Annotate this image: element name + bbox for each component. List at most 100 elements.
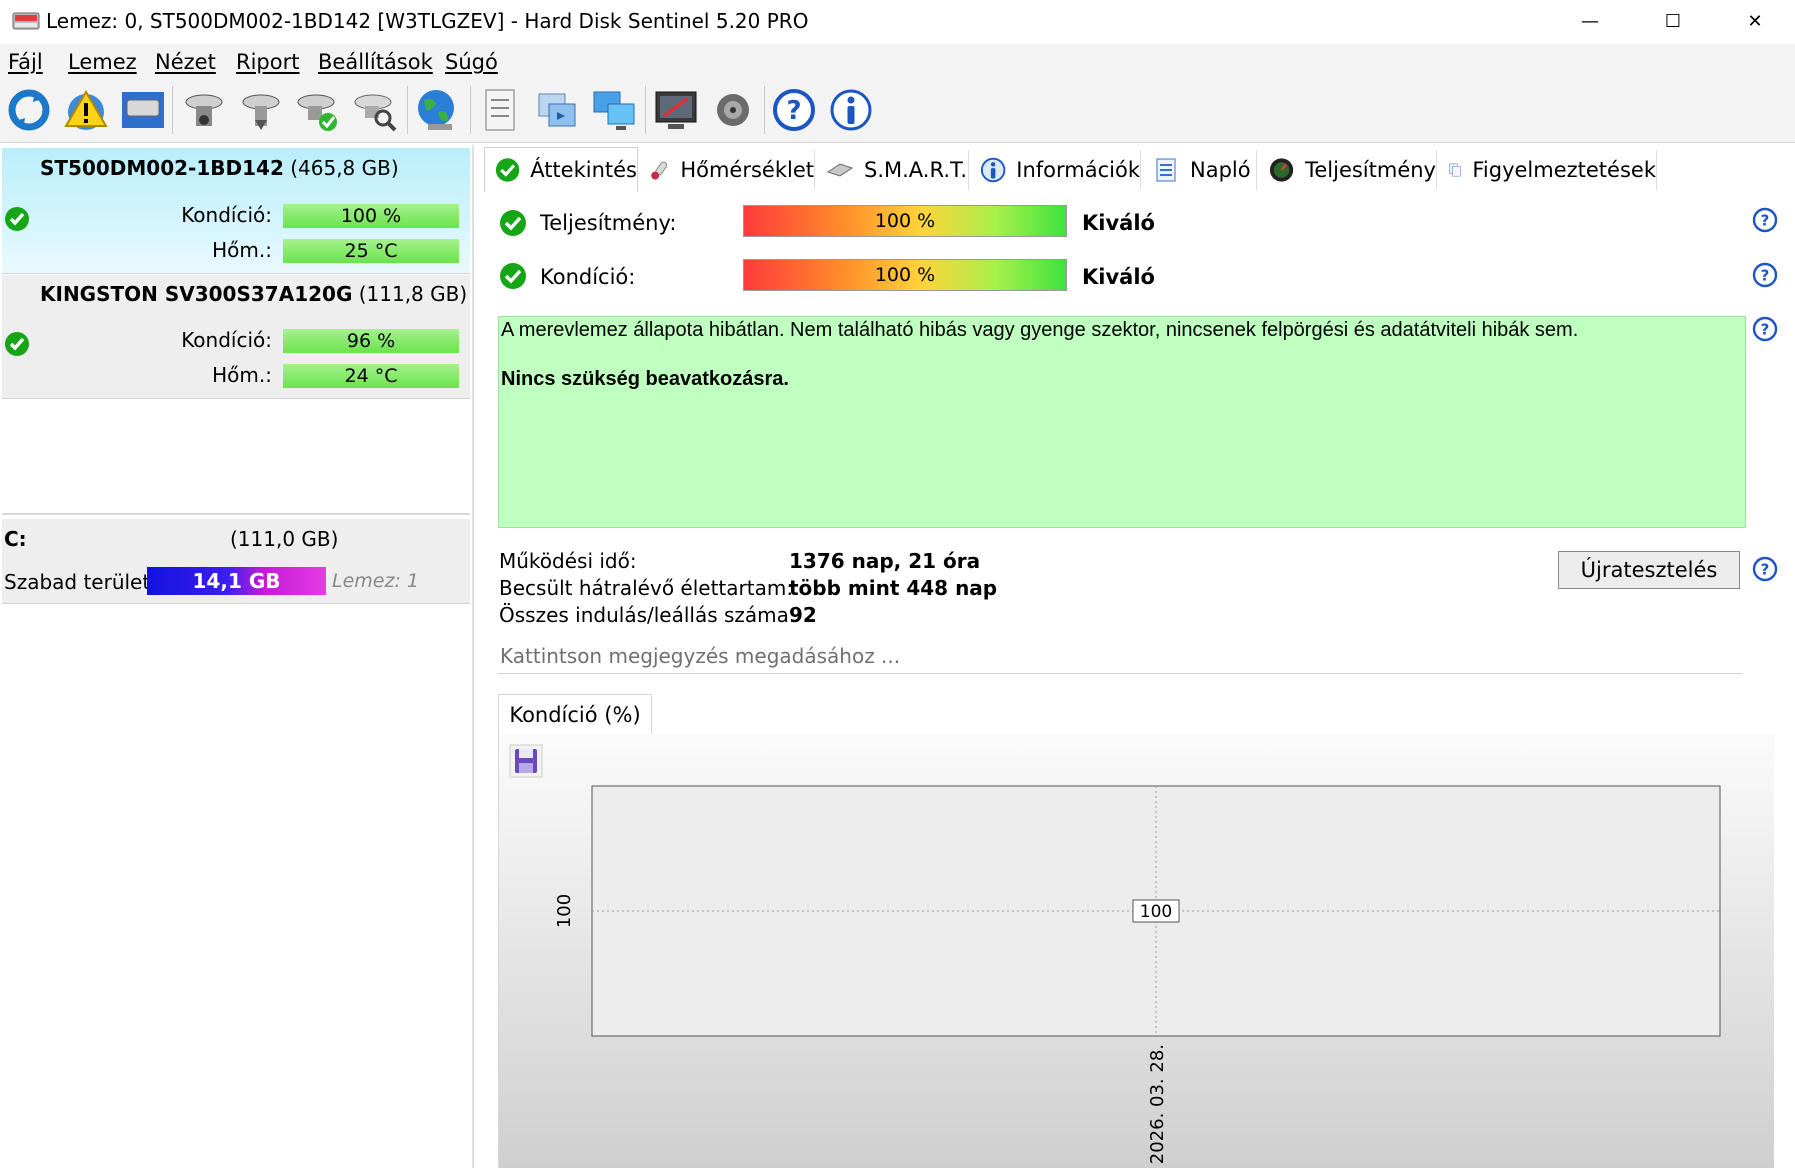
temperature-value: 25 °C <box>283 239 459 263</box>
disk-size: (465,8 GB) <box>290 156 399 180</box>
free-space-label: Szabad terület <box>4 570 151 594</box>
condition-label: Kondíció: <box>181 203 272 227</box>
disk-model: KINGSTON SV300S37A120G <box>40 282 353 306</box>
remaining-life-label: Becsült hátralévő élettartam: <box>499 576 794 600</box>
tab-log[interactable]: Napló <box>1142 150 1257 190</box>
ok-check-icon <box>500 210 526 236</box>
condition-label: Kondíció: <box>181 328 272 352</box>
alert-icon[interactable] <box>62 86 110 134</box>
thermometer-icon <box>651 161 668 180</box>
disk-icon[interactable] <box>119 86 167 134</box>
menu-view[interactable]: Nézet <box>155 50 216 74</box>
free-space-bar: 14,1 GB <box>147 567 326 595</box>
network-icon[interactable] <box>590 86 638 134</box>
volume-letter: C: <box>4 527 27 551</box>
info-icon[interactable] <box>827 86 875 134</box>
condition-value: 96 % <box>283 329 459 353</box>
free-space-value: 14,1 GB <box>192 569 281 593</box>
y-tick-label: 100 <box>554 894 575 928</box>
status-text: A merevlemez állapota hibátlan. Nem talá… <box>501 319 1579 341</box>
disk-title: KINGSTON SV300S37A120G (111,8 GB) <box>40 282 467 306</box>
help-icon[interactable]: ? <box>1752 316 1778 342</box>
menu-settings[interactable]: Beállítások <box>318 50 433 74</box>
disk-title: ST500DM002-1BD142 (465,8 GB) <box>40 156 399 180</box>
disk-surface-icon[interactable] <box>237 86 285 134</box>
condition-value: 100 % <box>283 204 459 228</box>
globe-icon[interactable] <box>414 86 462 134</box>
tab-label: Hőmérséklet <box>680 158 814 182</box>
uptime-label: Működési idő: <box>499 549 637 573</box>
retest-button[interactable]: Újratesztelés <box>1558 551 1740 589</box>
minimize-button[interactable]: — <box>1555 0 1625 42</box>
tab-label: Információk <box>1016 158 1140 182</box>
disk-item-1[interactable]: ST500DM002-1BD142 (465,8 GB) Kondíció: 1… <box>2 148 470 274</box>
help-icon[interactable]: ? <box>770 86 818 134</box>
tab-label: Figyelmeztetések <box>1472 158 1656 182</box>
svg-text:?: ? <box>1761 561 1770 579</box>
tab-label: S.M.A.R.T. <box>864 158 968 182</box>
tab-information[interactable]: Információk <box>970 150 1141 190</box>
volume-disk-ref: Lemez: 1 <box>332 570 419 592</box>
disk-item-2[interactable]: KINGSTON SV300S37A120G (111,8 GB) Kondíc… <box>2 275 470 399</box>
condition-bar: 100 % <box>743 259 1067 291</box>
performance-rating: Kiváló <box>1082 211 1155 235</box>
menu-report[interactable]: Riport <box>236 50 299 74</box>
tab-performance[interactable]: Teljesítmény <box>1258 150 1437 190</box>
help-icon[interactable]: ? <box>1752 207 1778 233</box>
x-tick-label: 2026. 03. 28. <box>1147 1044 1168 1164</box>
help-icon[interactable]: ? <box>1752 556 1778 582</box>
monitor-icon[interactable] <box>652 86 700 134</box>
start-stop-value: 92 <box>789 603 817 627</box>
disk-test-icon[interactable] <box>180 86 228 134</box>
performance-bar: 100 % <box>743 205 1067 237</box>
report-icon[interactable] <box>476 86 524 134</box>
graph-tab-condition[interactable]: Kondíció (%) <box>498 694 652 735</box>
tab-alerts[interactable]: Figyelmeztetések <box>1438 150 1657 190</box>
svg-text:?: ? <box>1761 212 1770 230</box>
condition-chart: 100 2026. 03. 28. 100 <box>554 785 1721 1164</box>
status-box: A merevlemez állapota hibátlan. Nem talá… <box>498 316 1746 528</box>
close-button[interactable]: ✕ <box>1720 0 1790 42</box>
disk-model: ST500DM002-1BD142 <box>40 156 284 180</box>
volume-item[interactable]: C: (111,0 GB) Szabad terület 14,1 GB Lem… <box>2 519 470 604</box>
condition-label: Kondíció: <box>540 265 636 289</box>
data-label: 100 <box>1140 902 1172 922</box>
note-input[interactable]: Kattintson megjegyzés megadásához ... <box>498 641 1742 674</box>
tab-overview[interactable]: Áttekintés <box>484 147 638 192</box>
condition-value: 100 % <box>874 264 936 286</box>
svg-text:?: ? <box>1761 267 1770 285</box>
help-icon[interactable]: ? <box>1752 262 1778 288</box>
svg-text:?: ? <box>1761 321 1770 339</box>
toolbar-separator <box>407 86 408 134</box>
temperature-label: Hőm.: <box>212 238 272 262</box>
title-bar: Lemez: 0, ST500DM002-1BD142 [W3TLGZEV] -… <box>0 0 1795 42</box>
disk-search-icon[interactable] <box>351 86 399 134</box>
volume-size: (111,0 GB) <box>230 527 339 551</box>
start-stop-label: Összes indulás/leállás száma: <box>499 603 796 627</box>
pane-divider <box>2 513 470 515</box>
toolbar: ? <box>0 80 1795 143</box>
performance-value: 100 % <box>874 210 936 232</box>
ok-check-icon <box>5 332 29 356</box>
disk-list-pane: ST500DM002-1BD142 (465,8 GB) Kondíció: 1… <box>0 145 474 1168</box>
menu-disk[interactable]: Lemez <box>68 50 137 74</box>
menu-file[interactable]: Fájl <box>8 50 43 74</box>
sync-icon[interactable] <box>533 86 581 134</box>
tab-smart[interactable]: S.M.A.R.T. <box>816 150 969 190</box>
condition-rating: Kiváló <box>1082 265 1155 289</box>
ok-check-icon <box>5 207 29 231</box>
ok-check-icon <box>500 263 526 289</box>
menu-bar: Fájl Lemez Nézet Riport Beállítások Súgó <box>0 44 1795 80</box>
tab-temperature[interactable]: Hőmérséklet <box>638 150 815 190</box>
refresh-icon[interactable] <box>5 86 53 134</box>
performance-label: Teljesítmény: <box>540 211 677 235</box>
menu-help[interactable]: Súgó <box>445 50 498 74</box>
window-title: Lemez: 0, ST500DM002-1BD142 [W3TLGZEV] -… <box>46 9 809 33</box>
tab-label: Áttekintés <box>530 158 637 182</box>
disk-check-icon[interactable] <box>294 86 342 134</box>
speaker-icon[interactable] <box>709 86 757 134</box>
toolbar-separator <box>470 86 471 134</box>
status-action: Nincs szükség beavatkozásra. <box>501 368 789 390</box>
maximize-button[interactable]: ☐ <box>1638 0 1708 42</box>
note-placeholder: Kattintson megjegyzés megadásához ... <box>500 644 901 668</box>
